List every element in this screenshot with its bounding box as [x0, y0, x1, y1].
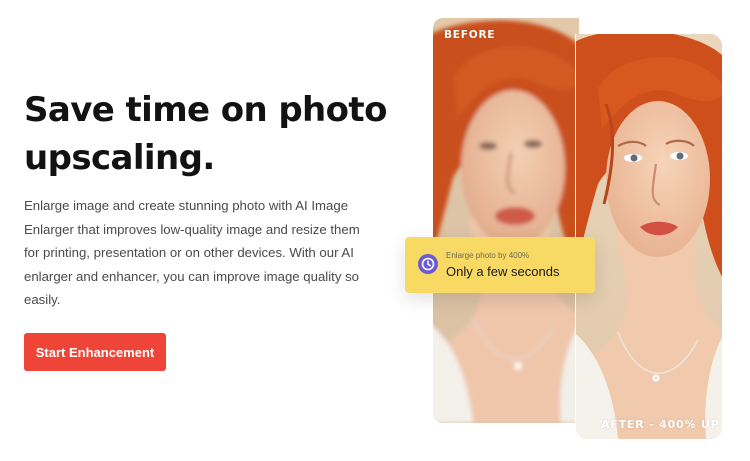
description-line: Enlarge image and create stunning photo …	[24, 198, 349, 213]
description-line: easily.	[24, 292, 61, 308]
after-label: AFTER - 400% UP	[601, 418, 720, 431]
hero-section: Save time on photo upscaling. Enlarge im…	[0, 0, 750, 461]
page-title: Save time on photo upscaling.	[24, 86, 387, 182]
clock-icon	[417, 253, 439, 275]
before-label: BEFORE	[444, 29, 496, 41]
after-photo	[576, 34, 722, 439]
start-enhancement-button[interactable]: Start Enhancement	[24, 333, 166, 371]
headline-line-1: Save time on photo	[24, 90, 387, 130]
headline-line-2: upscaling.	[24, 138, 215, 178]
before-photo	[433, 18, 579, 423]
description-line: Enlarger that improves low-quality image…	[24, 221, 360, 237]
badge-title: Only a few seconds	[446, 264, 560, 279]
badge-subtitle: Enlarge photo by 400%	[446, 251, 530, 260]
hero-description: Enlarge image and create stunning photo …	[24, 194, 374, 312]
enlarge-info-badge: Enlarge photo by 400% Only a few seconds	[405, 237, 595, 293]
description-line: for printing, presentation or on other d…	[24, 245, 354, 261]
description-line: enlarger and enhancer, you can improve i…	[24, 268, 360, 284]
